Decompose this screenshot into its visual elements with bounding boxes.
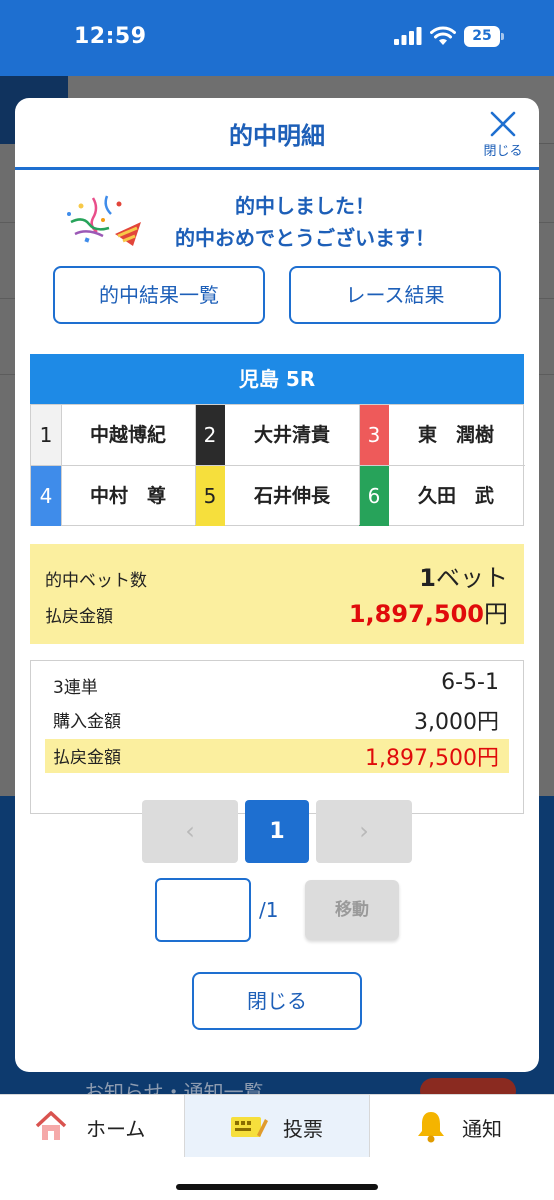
racer-name: 大井清貴 [253,424,330,446]
congrats-line-1: 的中しました！ [235,194,375,218]
bet-combination: 6-5-1 [441,670,499,695]
entry-4: 4 中村 尊 [31,466,195,526]
entry-3: 3 東 潤樹 [359,405,523,465]
hit-detail-modal: 的中明細 閉じる 的中しました！ 的中おめでとうございます！ 的中結果一覧 レー… [15,98,539,1072]
payout-label: 払戻金額 [45,607,113,627]
page-total: /1 [259,898,279,922]
tab-notify-label: 通知 [462,1117,502,1141]
boat-number: 6 [359,466,389,526]
boat-number: 4 [31,466,61,526]
current-page[interactable]: 1 [245,800,309,863]
race-results-button[interactable]: レース結果 [289,266,501,324]
pagination: ‹ 1 › [15,800,539,864]
wifi-icon [430,26,456,45]
bet-count-value: 1ベット [419,564,508,592]
close-icon [490,111,516,137]
battery-level: 25 [472,28,492,44]
boat-number: 5 [195,466,225,526]
status-time: 12:59 [74,24,147,49]
signal-icon [394,27,422,45]
payout-value: 1,897,500円 [348,600,508,628]
boat-number: 1 [31,405,61,465]
boat-number: 3 [359,405,389,465]
racer-name: 石井伸長 [253,485,330,507]
party-popper-icon [67,195,141,246]
tab-vote-label: 投票 [283,1117,323,1141]
racer-name: 中村 尊 [89,485,166,507]
race-entries-table: 1 中越博紀 2 大井清貴 3 東 潤樹 4 中村 尊 5 石井伸長 6 久田 … [30,404,525,526]
racer-name: 久田 武 [417,485,494,507]
close-button[interactable]: 閉じる [192,972,362,1030]
racer-name: 中越博紀 [89,424,166,446]
entry-2: 2 大井清貴 [195,405,359,465]
hit-results-list-button[interactable]: 的中結果一覧 [53,266,265,324]
page-jump: /1 移動 [15,878,539,942]
status-bar: 12:59 25 [0,0,554,76]
detail-payout-value: 1,897,500円 [365,746,499,771]
detail-payout-label: 払戻金額 [53,748,121,768]
bell-icon [418,1112,444,1143]
modal-title: 的中明細 [229,122,325,150]
home-indicator [176,1184,378,1190]
modal-header: 的中明細 閉じる [15,98,539,170]
congrats-message: 的中しました！ 的中おめでとうございます！ [15,188,539,250]
bet-detail-card: 3連単 6-5-1 購入金額 3,000円 払戻金額 1,897,500円 [30,660,524,814]
modal-close-label: 閉じる [483,144,523,159]
tab-vote[interactable]: 投票 [184,1095,370,1157]
tab-notify[interactable]: 通知 [370,1095,554,1157]
bet-count-label: 的中ベット数 [45,571,147,591]
hit-summary: 的中ベット数 1ベット 払戻金額 1,897,500円 [30,544,524,644]
entry-5: 5 石井伸長 [195,466,359,526]
prev-page-button[interactable]: ‹ [142,800,238,863]
tab-home[interactable]: ホーム [0,1095,184,1157]
purchase-amount-label: 購入金額 [53,712,121,732]
battery-icon: 25 [464,26,504,47]
page-number-input[interactable] [155,878,251,942]
tab-home-label: ホーム [86,1117,146,1141]
ticket-icon [231,1117,268,1137]
modal-close-button[interactable]: 閉じる [483,110,523,166]
page-jump-button[interactable]: 移動 [305,880,399,940]
boat-number: 2 [195,405,225,465]
entry-1: 1 中越博紀 [31,405,195,465]
congrats-line-2: 的中おめでとうございます！ [175,226,435,250]
purchase-amount-value: 3,000円 [414,710,499,735]
next-page-button[interactable]: › [316,800,412,863]
bet-type-label: 3連単 [53,678,98,698]
race-title: 児島 5R [30,354,524,404]
home-icon [35,1111,67,1140]
racer-name: 東 潤樹 [417,424,494,446]
entry-6: 6 久田 武 [359,466,523,526]
